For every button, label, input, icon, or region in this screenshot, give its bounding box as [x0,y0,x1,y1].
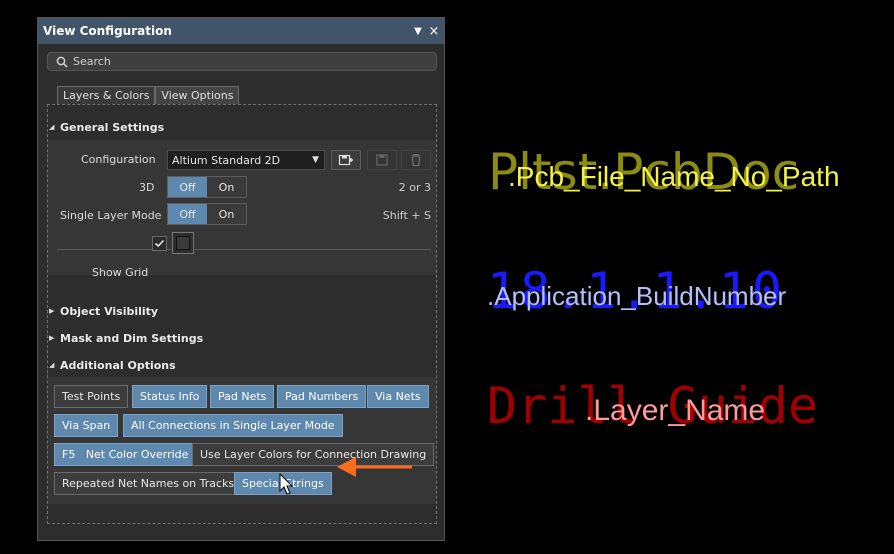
pcb-file-name-special-string: .Pcb_File_Name_No_Path [508,161,840,192]
build-number-special-string: .Application_BuildNumber [487,281,787,311]
orange-arrow-icon [337,457,412,477]
layer-name-special-string: .Layer_Name [585,394,766,427]
mouse-cursor-icon [279,472,294,495]
